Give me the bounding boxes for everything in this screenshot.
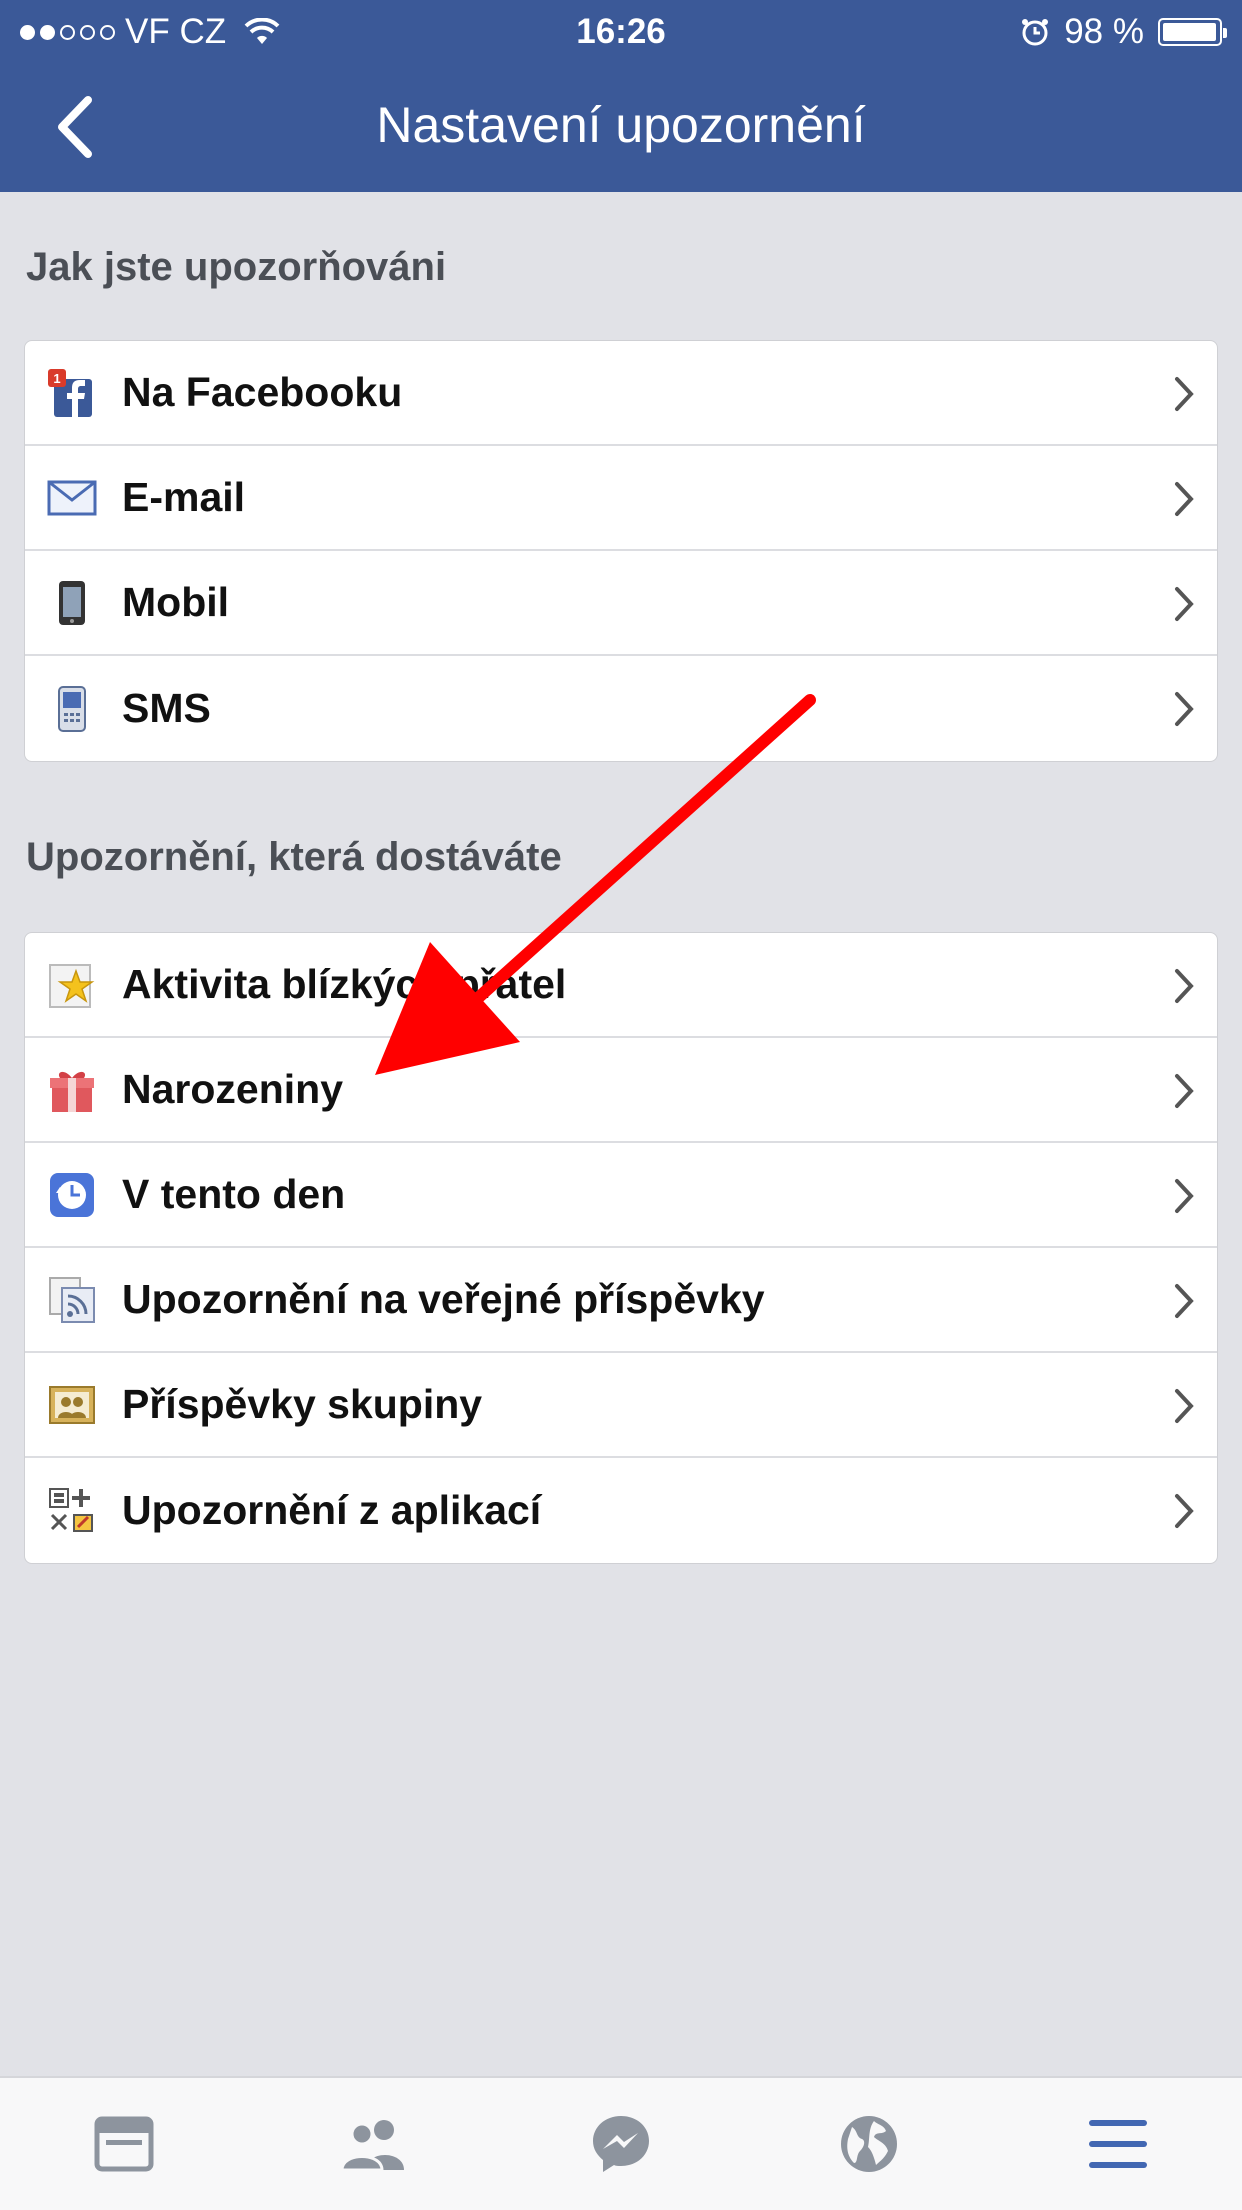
row-label: Upozornění na veřejné příspěvky — [122, 1276, 765, 1322]
row-label: V tento den — [122, 1171, 346, 1217]
row-public-post-notifications[interactable]: Upozornění na veřejné příspěvky — [25, 1248, 1217, 1353]
battery-fill — [1163, 23, 1216, 41]
battery-icon — [1158, 18, 1227, 46]
chevron-right-icon — [1175, 1179, 1194, 1213]
star-icon — [47, 960, 97, 1010]
section-title-how-notified: Jak jste upozorňováni — [26, 245, 447, 289]
settings-card-how-notified: 1 Na Facebooku E-mail Mobil SMS — [24, 340, 1218, 762]
row-sms[interactable]: SMS — [25, 656, 1217, 761]
tab-bar — [0, 2076, 1242, 2210]
row-birthdays[interactable]: Narozeniny — [25, 1038, 1217, 1143]
row-on-facebook[interactable]: 1 Na Facebooku — [25, 341, 1217, 446]
status-right: 98 % — [1020, 12, 1227, 52]
settings-card-notifications-received: Aktivita blízkých přátel Narozeniny V te… — [24, 932, 1218, 1564]
row-label: Příspěvky skupiny — [122, 1381, 483, 1427]
row-label: E-mail — [122, 474, 246, 520]
header-bar: VF CZ 16:26 98 % Nastavení upozornění — [0, 0, 1242, 192]
messenger-tab[interactable] — [576, 2099, 666, 2189]
chevron-right-icon — [1175, 482, 1194, 516]
chevron-right-icon — [1175, 1074, 1194, 1108]
chevron-right-icon — [1175, 1389, 1194, 1423]
friends-icon — [340, 2120, 404, 2172]
page-title: Nastavení upozornění — [376, 97, 866, 153]
news-feed-icon — [94, 2116, 154, 2172]
clock-history-icon — [47, 1170, 97, 1220]
row-label: Upozornění z aplikací — [122, 1487, 542, 1533]
mobile-phone-icon — [47, 578, 97, 628]
row-label: Narozeniny — [122, 1066, 343, 1112]
facebook-notification-icon: 1 — [47, 368, 97, 418]
status-bar: VF CZ 16:26 98 % — [0, 0, 1242, 60]
row-app-notifications[interactable]: Upozornění z aplikací — [25, 1458, 1217, 1563]
chevron-right-icon — [1175, 377, 1194, 411]
row-label: Mobil — [122, 579, 230, 625]
row-label: Aktivita blízkých přátel — [122, 961, 567, 1007]
gift-icon — [47, 1065, 97, 1115]
group-photo-icon — [47, 1380, 97, 1430]
svg-text:1: 1 — [53, 371, 60, 386]
row-group-posts[interactable]: Příspěvky skupiny — [25, 1353, 1217, 1458]
row-mobile[interactable]: Mobil — [25, 551, 1217, 656]
apps-icon — [47, 1486, 97, 1536]
envelope-icon — [47, 473, 97, 523]
messenger-icon — [592, 2116, 649, 2172]
sms-phone-icon — [47, 684, 97, 734]
section-title-notifications-received: Upozornění, která dostáváte — [26, 835, 562, 879]
news-feed-tab[interactable] — [79, 2099, 169, 2189]
menu-tab[interactable] — [1073, 2099, 1163, 2189]
row-close-friends-activity[interactable]: Aktivita blízkých přátel — [25, 933, 1217, 1038]
rss-feed-icon — [47, 1275, 97, 1325]
chevron-right-icon — [1175, 692, 1194, 726]
row-email[interactable]: E-mail — [25, 446, 1217, 551]
chevron-right-icon — [1175, 587, 1194, 621]
battery-percentage: 98 % — [1064, 12, 1144, 51]
alarm-clock-icon — [1022, 19, 1049, 46]
friends-tab[interactable] — [328, 2099, 418, 2189]
row-on-this-day[interactable]: V tento den — [25, 1143, 1217, 1248]
chevron-right-icon — [1175, 1494, 1194, 1528]
row-label: SMS — [122, 685, 211, 731]
chevron-right-icon — [1175, 1284, 1194, 1318]
row-label: Na Facebooku — [122, 369, 403, 415]
globe-icon — [841, 2116, 898, 2172]
notifications-tab[interactable] — [824, 2099, 914, 2189]
chevron-right-icon — [1175, 969, 1194, 1003]
menu-icon — [1088, 2120, 1147, 2168]
